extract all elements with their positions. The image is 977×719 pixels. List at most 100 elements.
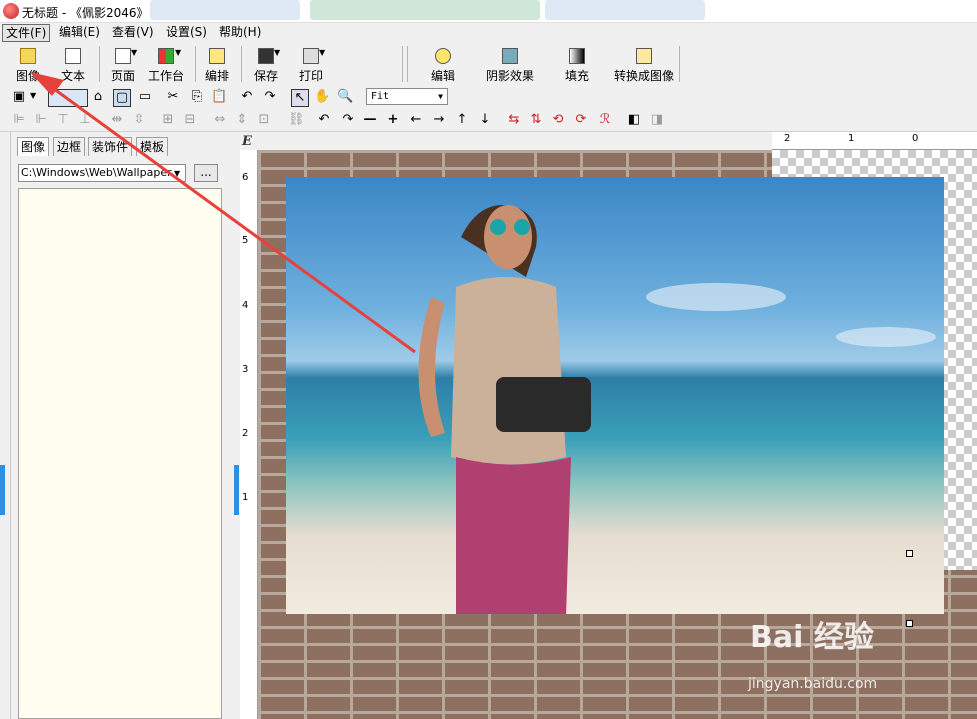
toolbar-separator — [99, 46, 100, 82]
folder-path-combo[interactable]: C:\Windows\Web\Wallpaper — [18, 164, 186, 182]
plus-icon[interactable]: + — [385, 112, 401, 128]
edit-button[interactable]: 编辑 — [424, 44, 462, 84]
tab-decoration[interactable]: 装饰件 — [88, 137, 133, 156]
chevron-down-icon: ▼ — [274, 48, 281, 57]
workbench-button[interactable]: ▼ 工作台 — [145, 44, 187, 84]
rotate-right-icon[interactable]: ↷ — [340, 112, 356, 128]
print-button-label: 打印 — [298, 69, 323, 83]
rotate-180-icon[interactable]: ⟳ — [573, 112, 589, 128]
save-button[interactable]: ▼ 保存 — [248, 44, 284, 84]
same-size-icon[interactable]: ⊡ — [256, 112, 272, 128]
left-collapse-tab[interactable] — [0, 465, 5, 515]
menu-edit[interactable]: 编辑(E) — [56, 24, 103, 40]
tab-image[interactable]: 图像 — [17, 137, 50, 156]
move-right-icon[interactable]: → — [431, 112, 447, 128]
cut-icon[interactable]: ✂ — [165, 89, 181, 105]
ruler-label: 1 — [848, 133, 855, 144]
toolbar-separator — [679, 46, 680, 82]
chevron-down-icon[interactable]: ▼ — [174, 169, 180, 178]
print-button[interactable]: ▼ 打印 — [292, 44, 330, 84]
link-icon[interactable]: ⛓ — [288, 112, 305, 128]
chevron-down-icon[interactable]: ▼ — [30, 91, 36, 100]
distribute-h-icon[interactable]: ⇹ — [109, 112, 125, 128]
align-top-icon[interactable]: ⊤ — [55, 112, 71, 128]
minus-icon[interactable]: — — [362, 112, 378, 128]
background-tab — [150, 0, 300, 20]
hand-icon[interactable]: ✋ — [314, 89, 330, 105]
undo-icon[interactable]: ↶ — [239, 89, 255, 105]
frame-icon[interactable]: ▢ — [113, 89, 131, 107]
center-v-icon[interactable]: ⊟ — [182, 112, 198, 128]
reset-rotation-icon[interactable]: ℛ — [597, 112, 613, 128]
page-button[interactable]: ▼ 页面 — [104, 44, 142, 84]
fill-button[interactable]: 填充 — [558, 44, 596, 84]
resize-handle[interactable] — [906, 620, 913, 627]
redo-icon[interactable]: ↷ — [262, 89, 278, 105]
arrange-button[interactable]: 编排 — [199, 44, 235, 84]
image-thumbnail-list[interactable] — [18, 188, 222, 719]
line-style-icon[interactable] — [48, 89, 88, 107]
vertical-ruler: 6 5 4 3 2 1 — [240, 150, 258, 719]
align-right-icon[interactable]: ⊩ — [33, 112, 49, 128]
edit-toolbar: ▣ ▼ ⌂ ▢ ▭ ✂ ⎘ 📋 ↶ ↷ ↖ ✋ 🔍 — [0, 86, 977, 108]
panel-collapse-tab[interactable] — [234, 465, 239, 515]
menu-settings[interactable]: 设置(S) — [163, 24, 210, 40]
pointer-icon[interactable]: ↖ — [291, 89, 309, 107]
chevron-down-icon: ▼ — [131, 48, 138, 57]
same-width-icon[interactable]: ⇔ — [212, 112, 228, 128]
menu-view[interactable]: 查看(V) — [109, 24, 157, 40]
folder-path-value: C:\Windows\Web\Wallpaper — [21, 166, 172, 179]
printer-icon — [303, 48, 319, 64]
flip-h-icon[interactable]: ⇆ — [506, 112, 522, 128]
tab-border[interactable]: 边框 — [53, 137, 86, 156]
flip-v-icon[interactable]: ⇅ — [528, 112, 544, 128]
arrange-button-label: 编排 — [204, 69, 229, 83]
toolbar-separator — [241, 46, 242, 82]
edit-button-label: 编辑 — [430, 69, 455, 83]
workbench-icon — [158, 48, 174, 64]
align-left-icon[interactable]: ⊫ — [11, 112, 27, 128]
workbench-button-label: 工作台 — [147, 69, 184, 83]
zoom-value: Fit — [371, 91, 390, 102]
move-down-icon[interactable]: ↓ — [477, 112, 493, 128]
page-button-label: 页面 — [110, 69, 135, 83]
shadow-effect-button[interactable]: 阴影效果 — [482, 44, 538, 84]
ruler-corner: E — [242, 134, 252, 149]
paste-icon[interactable]: 📋 — [211, 89, 227, 105]
main-toolbar: 图像 文本 ▼ 页面 ▼ 工作台 编排 ▼ 保存 ▼ 打印 编辑 阴影效果 填充… — [0, 42, 977, 87]
send-back-icon[interactable]: ◨ — [649, 112, 665, 128]
move-up-icon[interactable]: ↑ — [454, 112, 470, 128]
shape-icon[interactable]: ⌂ — [90, 89, 106, 105]
page-icon — [115, 48, 131, 64]
resize-handle[interactable] — [906, 550, 913, 557]
move-left-icon[interactable]: ← — [408, 112, 424, 128]
image-button[interactable]: 图像 — [8, 44, 48, 84]
layer-icon[interactable]: ▣ — [11, 89, 27, 105]
baidu-watermark-url: jingyan.baidu.com — [748, 676, 878, 692]
gradient-fill-icon — [569, 48, 585, 64]
chevron-down-icon: ▼ — [319, 48, 326, 57]
browse-button[interactable]: ... — [194, 164, 218, 182]
text-button[interactable]: 文本 — [53, 44, 93, 84]
rotate-left-icon[interactable]: ↶ — [316, 112, 332, 128]
rectangle-icon[interactable]: ▭ — [137, 89, 153, 105]
rotate-90-icon[interactable]: ⟲ — [550, 112, 566, 128]
distribute-v-icon[interactable]: ⇳ — [131, 112, 147, 128]
zoom-select[interactable]: Fit ▼ — [366, 88, 448, 105]
tab-template[interactable]: 模板 — [136, 137, 169, 156]
ruler-label: 4 — [242, 300, 249, 311]
convert-image-icon — [636, 48, 652, 64]
text-button-label: 文本 — [60, 69, 85, 83]
same-height-icon[interactable]: ⇕ — [234, 112, 250, 128]
copy-icon[interactable]: ⎘ — [189, 89, 205, 105]
align-toolbar: ⊫ ⊩ ⊤ ⊥ ⇹ ⇳ ⊞ ⊟ ⇔ ⇕ ⊡ ⛓ ↶ ↷ — + ← → ↑ ↓ … — [0, 109, 977, 132]
center-h-icon[interactable]: ⊞ — [160, 112, 176, 128]
beach-woman-photo[interactable] — [286, 177, 944, 614]
bring-front-icon[interactable]: ◧ — [626, 112, 642, 128]
shadow-effect-button-label: 阴影效果 — [485, 69, 534, 83]
zoom-icon[interactable]: 🔍 — [337, 89, 353, 105]
convert-to-image-button[interactable]: 转换成图像 — [610, 44, 678, 84]
align-bottom-icon[interactable]: ⊥ — [77, 112, 93, 128]
menu-help[interactable]: 帮助(H) — [216, 24, 264, 40]
menu-file[interactable]: 文件(F) — [2, 24, 51, 42]
